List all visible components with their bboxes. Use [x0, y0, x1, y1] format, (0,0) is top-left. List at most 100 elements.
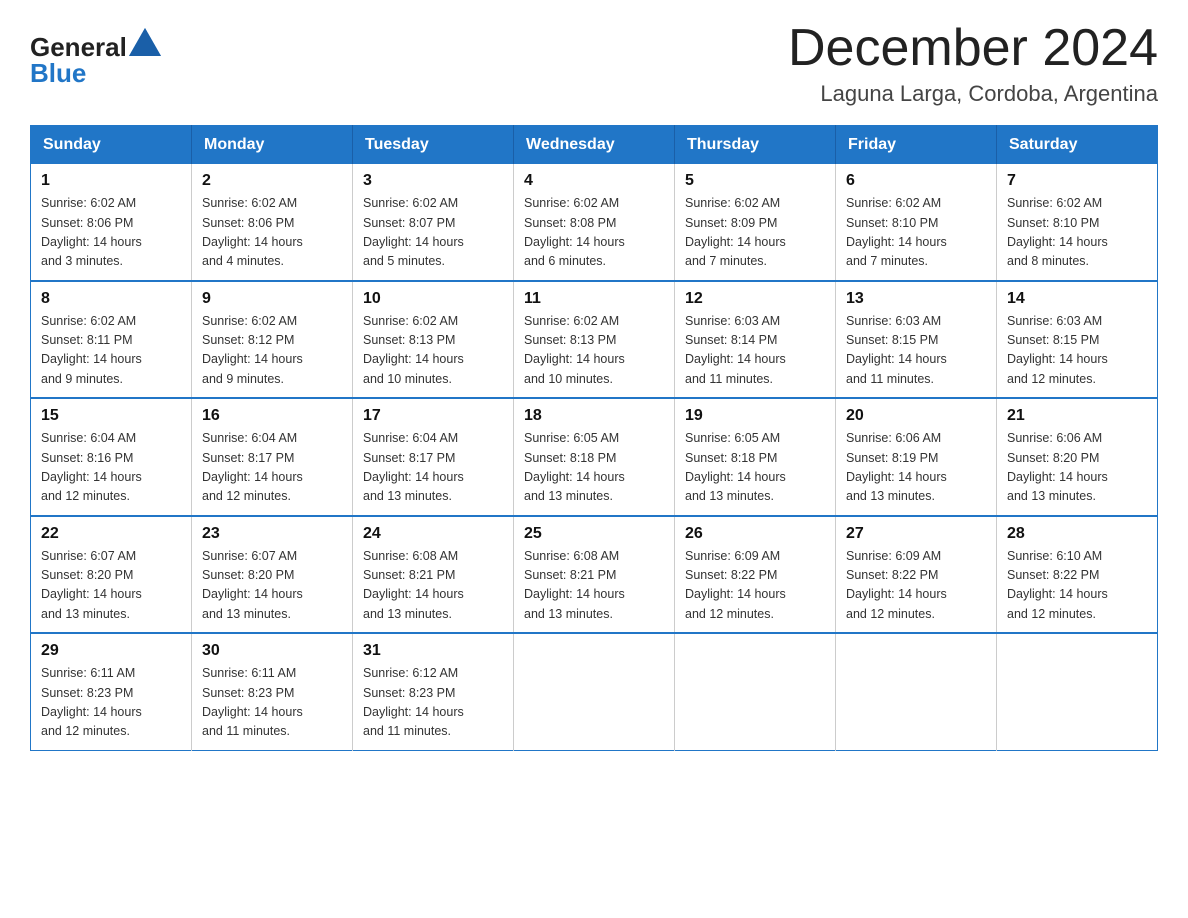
- day-number: 4: [524, 172, 664, 190]
- day-info: Sunrise: 6:07 AMSunset: 8:20 PMDaylight:…: [202, 549, 303, 621]
- day-number: 24: [363, 525, 503, 543]
- calendar-cell: 23 Sunrise: 6:07 AMSunset: 8:20 PMDaylig…: [192, 516, 353, 634]
- header-tuesday: Tuesday: [353, 126, 514, 165]
- day-info: Sunrise: 6:03 AMSunset: 8:14 PMDaylight:…: [685, 314, 786, 386]
- day-number: 17: [363, 407, 503, 425]
- calendar-cell: 20 Sunrise: 6:06 AMSunset: 8:19 PMDaylig…: [836, 398, 997, 516]
- day-number: 31: [363, 642, 503, 660]
- day-info: Sunrise: 6:08 AMSunset: 8:21 PMDaylight:…: [363, 549, 464, 621]
- page-subtitle: Laguna Larga, Cordoba, Argentina: [788, 81, 1158, 107]
- calendar-week-3: 15 Sunrise: 6:04 AMSunset: 8:16 PMDaylig…: [31, 398, 1158, 516]
- day-number: 30: [202, 642, 342, 660]
- calendar-cell: 15 Sunrise: 6:04 AMSunset: 8:16 PMDaylig…: [31, 398, 192, 516]
- day-number: 15: [41, 407, 181, 425]
- day-info: Sunrise: 6:02 AMSunset: 8:11 PMDaylight:…: [41, 314, 142, 386]
- day-info: Sunrise: 6:02 AMSunset: 8:13 PMDaylight:…: [524, 314, 625, 386]
- day-number: 11: [524, 290, 664, 308]
- calendar-cell: 9 Sunrise: 6:02 AMSunset: 8:12 PMDayligh…: [192, 281, 353, 399]
- day-info: Sunrise: 6:09 AMSunset: 8:22 PMDaylight:…: [846, 549, 947, 621]
- day-number: 18: [524, 407, 664, 425]
- calendar-cell: 12 Sunrise: 6:03 AMSunset: 8:14 PMDaylig…: [675, 281, 836, 399]
- calendar-cell: 31 Sunrise: 6:12 AMSunset: 8:23 PMDaylig…: [353, 633, 514, 750]
- calendar-cell: 16 Sunrise: 6:04 AMSunset: 8:17 PMDaylig…: [192, 398, 353, 516]
- calendar-cell: 4 Sunrise: 6:02 AMSunset: 8:08 PMDayligh…: [514, 164, 675, 281]
- day-info: Sunrise: 6:02 AMSunset: 8:12 PMDaylight:…: [202, 314, 303, 386]
- day-info: Sunrise: 6:04 AMSunset: 8:16 PMDaylight:…: [41, 431, 142, 503]
- calendar-cell: [514, 633, 675, 750]
- day-info: Sunrise: 6:02 AMSunset: 8:10 PMDaylight:…: [1007, 196, 1108, 268]
- header-sunday: Sunday: [31, 126, 192, 165]
- day-info: Sunrise: 6:02 AMSunset: 8:10 PMDaylight:…: [846, 196, 947, 268]
- day-info: Sunrise: 6:02 AMSunset: 8:06 PMDaylight:…: [41, 196, 142, 268]
- calendar-cell: 22 Sunrise: 6:07 AMSunset: 8:20 PMDaylig…: [31, 516, 192, 634]
- calendar-cell: [836, 633, 997, 750]
- day-info: Sunrise: 6:09 AMSunset: 8:22 PMDaylight:…: [685, 549, 786, 621]
- calendar-cell: 5 Sunrise: 6:02 AMSunset: 8:09 PMDayligh…: [675, 164, 836, 281]
- day-info: Sunrise: 6:05 AMSunset: 8:18 PMDaylight:…: [524, 431, 625, 503]
- day-number: 23: [202, 525, 342, 543]
- calendar-cell: 2 Sunrise: 6:02 AMSunset: 8:06 PMDayligh…: [192, 164, 353, 281]
- day-number: 19: [685, 407, 825, 425]
- calendar-cell: 29 Sunrise: 6:11 AMSunset: 8:23 PMDaylig…: [31, 633, 192, 750]
- day-number: 8: [41, 290, 181, 308]
- header-monday: Monday: [192, 126, 353, 165]
- calendar-week-2: 8 Sunrise: 6:02 AMSunset: 8:11 PMDayligh…: [31, 281, 1158, 399]
- day-number: 6: [846, 172, 986, 190]
- day-info: Sunrise: 6:03 AMSunset: 8:15 PMDaylight:…: [1007, 314, 1108, 386]
- day-number: 12: [685, 290, 825, 308]
- day-number: 25: [524, 525, 664, 543]
- day-number: 21: [1007, 407, 1147, 425]
- calendar-cell: 3 Sunrise: 6:02 AMSunset: 8:07 PMDayligh…: [353, 164, 514, 281]
- logo: General Blue: [30, 28, 161, 87]
- day-info: Sunrise: 6:04 AMSunset: 8:17 PMDaylight:…: [363, 431, 464, 503]
- day-info: Sunrise: 6:06 AMSunset: 8:20 PMDaylight:…: [1007, 431, 1108, 503]
- calendar-cell: 30 Sunrise: 6:11 AMSunset: 8:23 PMDaylig…: [192, 633, 353, 750]
- day-number: 16: [202, 407, 342, 425]
- header-saturday: Saturday: [997, 126, 1158, 165]
- day-info: Sunrise: 6:02 AMSunset: 8:13 PMDaylight:…: [363, 314, 464, 386]
- header-thursday: Thursday: [675, 126, 836, 165]
- day-number: 13: [846, 290, 986, 308]
- logo-general-text: General: [30, 34, 127, 60]
- day-number: 27: [846, 525, 986, 543]
- day-info: Sunrise: 6:05 AMSunset: 8:18 PMDaylight:…: [685, 431, 786, 503]
- day-number: 22: [41, 525, 181, 543]
- calendar-cell: 10 Sunrise: 6:02 AMSunset: 8:13 PMDaylig…: [353, 281, 514, 399]
- calendar-cell: [675, 633, 836, 750]
- day-info: Sunrise: 6:02 AMSunset: 8:09 PMDaylight:…: [685, 196, 786, 268]
- day-number: 14: [1007, 290, 1147, 308]
- day-info: Sunrise: 6:08 AMSunset: 8:21 PMDaylight:…: [524, 549, 625, 621]
- calendar-table: Sunday Monday Tuesday Wednesday Thursday…: [30, 125, 1158, 751]
- day-number: 20: [846, 407, 986, 425]
- day-info: Sunrise: 6:02 AMSunset: 8:07 PMDaylight:…: [363, 196, 464, 268]
- calendar-cell: 8 Sunrise: 6:02 AMSunset: 8:11 PMDayligh…: [31, 281, 192, 399]
- day-number: 26: [685, 525, 825, 543]
- calendar-cell: 21 Sunrise: 6:06 AMSunset: 8:20 PMDaylig…: [997, 398, 1158, 516]
- logo-blue-text: Blue: [30, 58, 86, 88]
- day-info: Sunrise: 6:02 AMSunset: 8:08 PMDaylight:…: [524, 196, 625, 268]
- header-wednesday: Wednesday: [514, 126, 675, 165]
- page-title: December 2024: [788, 20, 1158, 77]
- day-info: Sunrise: 6:11 AMSunset: 8:23 PMDaylight:…: [202, 666, 303, 738]
- day-info: Sunrise: 6:11 AMSunset: 8:23 PMDaylight:…: [41, 666, 142, 738]
- calendar-cell: 7 Sunrise: 6:02 AMSunset: 8:10 PMDayligh…: [997, 164, 1158, 281]
- calendar-cell: 14 Sunrise: 6:03 AMSunset: 8:15 PMDaylig…: [997, 281, 1158, 399]
- day-number: 9: [202, 290, 342, 308]
- day-info: Sunrise: 6:06 AMSunset: 8:19 PMDaylight:…: [846, 431, 947, 503]
- header-row: Sunday Monday Tuesday Wednesday Thursday…: [31, 126, 1158, 165]
- day-number: 7: [1007, 172, 1147, 190]
- day-info: Sunrise: 6:03 AMSunset: 8:15 PMDaylight:…: [846, 314, 947, 386]
- day-info: Sunrise: 6:07 AMSunset: 8:20 PMDaylight:…: [41, 549, 142, 621]
- calendar-cell: 24 Sunrise: 6:08 AMSunset: 8:21 PMDaylig…: [353, 516, 514, 634]
- day-number: 29: [41, 642, 181, 660]
- day-number: 2: [202, 172, 342, 190]
- day-number: 10: [363, 290, 503, 308]
- calendar-cell: 18 Sunrise: 6:05 AMSunset: 8:18 PMDaylig…: [514, 398, 675, 516]
- calendar-cell: 26 Sunrise: 6:09 AMSunset: 8:22 PMDaylig…: [675, 516, 836, 634]
- day-info: Sunrise: 6:10 AMSunset: 8:22 PMDaylight:…: [1007, 549, 1108, 621]
- page-header: General Blue December 2024 Laguna Larga,…: [30, 20, 1158, 107]
- calendar-cell: 25 Sunrise: 6:08 AMSunset: 8:21 PMDaylig…: [514, 516, 675, 634]
- logo-triangles: [129, 28, 161, 58]
- calendar-week-4: 22 Sunrise: 6:07 AMSunset: 8:20 PMDaylig…: [31, 516, 1158, 634]
- day-number: 28: [1007, 525, 1147, 543]
